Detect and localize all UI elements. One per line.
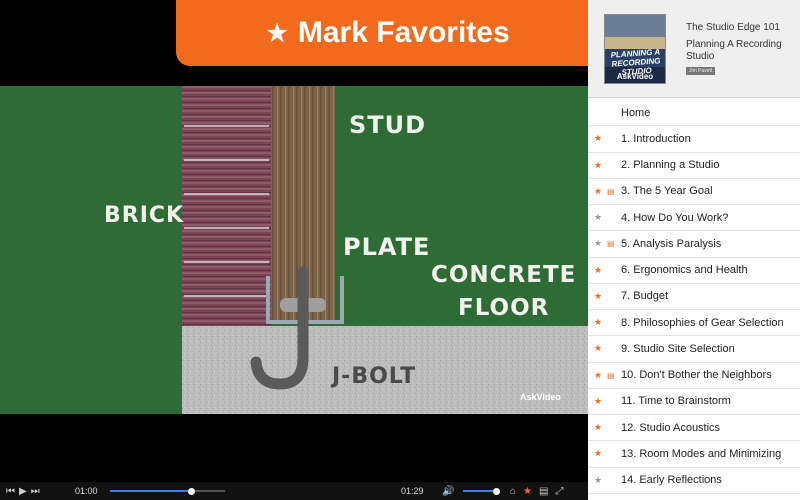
volume-knob[interactable] (492, 487, 500, 495)
lesson-label: 5. Analysis Paralysis (621, 237, 722, 250)
lesson-label: 2. Planning a Studio (621, 159, 720, 172)
favorite-star-icon[interactable]: ★ (594, 291, 602, 302)
thumbnail-brand: AskVideo (616, 72, 654, 81)
lesson-label: 12. Studio Acoustics (621, 421, 721, 434)
star-icon[interactable]: ★ (523, 486, 532, 497)
lesson-label: Home (621, 106, 651, 119)
volume-slider[interactable] (463, 487, 500, 495)
lesson-panel: PLANNING A RECORDING STUDIO AskVideo The… (588, 0, 800, 500)
favorite-star-icon[interactable]: ★ (594, 448, 602, 459)
label-brick: BRICK (104, 203, 185, 228)
favorite-star-icon[interactable]: ★ (594, 186, 602, 197)
lesson-item[interactable]: ★ ▤ 5. Analysis Paralysis (588, 231, 800, 258)
elapsed-time: 01:00 (75, 486, 98, 496)
lesson-label: 9. Studio Site Selection (621, 342, 735, 355)
banner-title: Mark Favorites (297, 16, 510, 49)
fast-forward-icon[interactable]: ⏭ (31, 486, 40, 497)
rewind-icon[interactable]: ⏮ (6, 486, 15, 497)
favorite-star-icon[interactable]: ★ (594, 422, 602, 433)
lesson-label: 14. Early Reflections (621, 474, 722, 487)
lesson-item[interactable]: ★ ▤ 3. The 5 Year Goal (588, 179, 800, 205)
favorite-star-icon[interactable]: ★ (594, 317, 602, 328)
lesson-label: 13. Room Modes and Minimizing (621, 447, 782, 460)
lesson-label: 10. Don't Bother the Neighbors (621, 369, 772, 382)
lesson-item[interactable]: ★ 2. Planning a Studio (588, 153, 800, 179)
lesson-label: 11. Time to Brainstorm (621, 395, 731, 408)
speaker-icon[interactable]: 🔊 (442, 486, 454, 497)
lesson-item[interactable]: ★ 13. Room Modes and Minimizing (588, 441, 800, 468)
lesson-list: Home ★ 1. Introduction ★ 2. Planning a Studi… (588, 100, 800, 494)
lesson-item[interactable]: ★ 4. How Do You Work? (588, 205, 800, 232)
progress-knob[interactable] (188, 487, 196, 495)
note-icon: ▤ (607, 186, 615, 196)
video-frame (0, 86, 588, 414)
lesson-item[interactable]: ★ 9. Studio Site Selection (588, 336, 800, 363)
favorite-star-icon[interactable]: ★ (594, 212, 602, 223)
note-icon: ▤ (607, 370, 615, 380)
favorite-star-icon[interactable]: ★ (594, 396, 602, 407)
video-watermark: AskVideo (520, 392, 561, 402)
lesson-item[interactable]: ★ 14. Early Reflections (588, 468, 800, 494)
label-plate: PLATE (343, 233, 431, 261)
course-thumbnail: PLANNING A RECORDING STUDIO AskVideo (604, 14, 666, 84)
course-author: Jim Pavett (686, 67, 716, 75)
favorite-star-icon[interactable]: ★ (594, 265, 602, 276)
progress-fill (110, 490, 192, 492)
video-player[interactable]: BRICK STUD PLATE CONCRETE FLOOR J-BOLT A… (0, 0, 588, 500)
duration-time: 01:29 (401, 486, 424, 496)
lesson-label: 3. The 5 Year Goal (621, 185, 713, 198)
progress-bar[interactable] (110, 487, 225, 495)
lesson-label: 8. Philosophies of Gear Selection (621, 316, 784, 329)
label-floor: FLOOR (458, 295, 550, 321)
lesson-item[interactable]: ★ 8. Philosophies of Gear Selection (588, 310, 800, 337)
label-stud: STUD (349, 111, 427, 139)
favorite-star-icon[interactable]: ★ (594, 475, 602, 486)
favorite-star-icon[interactable]: ★ (594, 238, 602, 249)
lesson-label: 4. How Do You Work? (621, 211, 729, 224)
course-series: The Studio Edge 101 (686, 22, 780, 33)
lesson-label: 1. Introduction (621, 132, 691, 145)
course-title: Planning A Recording Studio (686, 39, 782, 62)
favorite-star-icon[interactable]: ★ (594, 343, 602, 354)
favorite-star-icon[interactable]: ★ (594, 160, 602, 171)
lesson-item[interactable]: ★ 11. Time to Brainstorm (588, 389, 800, 415)
favorite-star-icon[interactable]: ★ (594, 370, 602, 381)
favorite-star-icon[interactable]: ★ (594, 133, 602, 144)
star-icon: ★ (266, 19, 288, 47)
note-icon: ▤ (607, 239, 615, 249)
label-jbolt: J-BOLT (332, 364, 417, 389)
course-header: PLANNING A RECORDING STUDIO AskVideo The… (588, 0, 800, 98)
home-icon[interactable]: ⌂ (510, 486, 516, 497)
volume-fill (463, 490, 497, 492)
lesson-label: 7. Budget (621, 290, 669, 303)
lesson-item[interactable]: ★ 1. Introduction (588, 126, 800, 153)
fullscreen-icon[interactable]: ⤢ (555, 486, 563, 497)
brick-wall (182, 86, 271, 326)
play-icon[interactable]: ▶ (19, 486, 27, 497)
lesson-label: 6. Ergonomics and Health (621, 264, 748, 277)
lesson-item[interactable]: ★ 6. Ergonomics and Health (588, 258, 800, 284)
lesson-item[interactable]: ★ 12. Studio Acoustics (588, 415, 800, 442)
player-controls: ⏮ ▶ ⏭ 01:00 01:29 🔊 ⌂ ★ ▤ ⤢ (0, 482, 588, 500)
lesson-item-home[interactable]: Home (588, 100, 800, 127)
notes-icon[interactable]: ▤ (539, 486, 548, 497)
lesson-item[interactable]: ★ 7. Budget (588, 284, 800, 310)
lesson-item[interactable]: ★ ▤ 10. Don't Bother the Neighbors (588, 363, 800, 389)
label-concrete: CONCRETE (431, 262, 577, 288)
mark-favorites-banner: ★ Mark Favorites (176, 0, 588, 66)
